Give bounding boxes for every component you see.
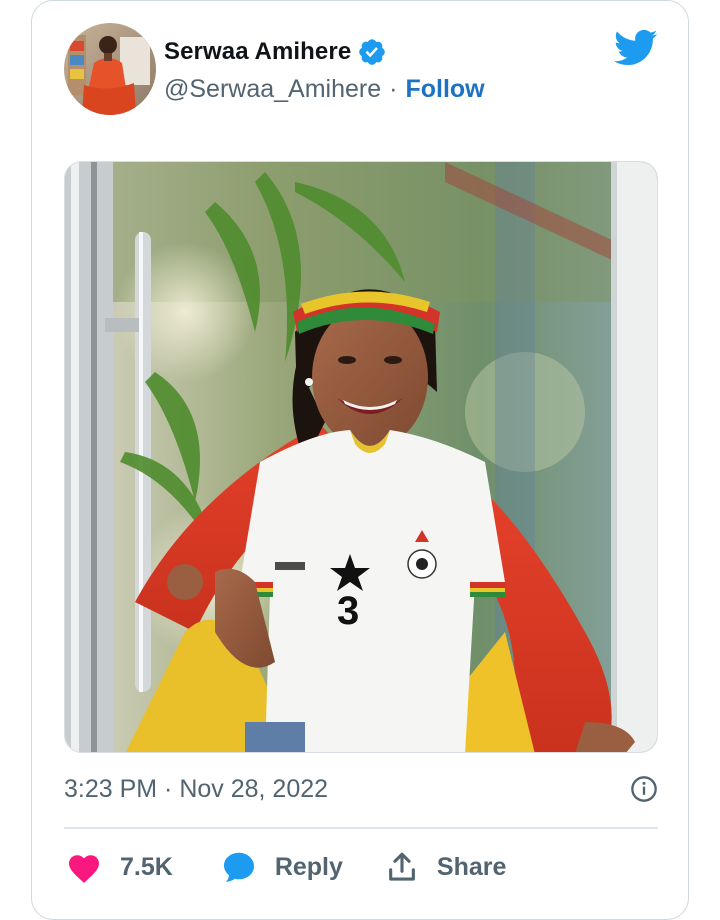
verified-badge-icon xyxy=(359,39,386,65)
share-button[interactable]: Share xyxy=(385,850,506,884)
follow-button[interactable]: Follow xyxy=(405,75,484,104)
twitter-bird-icon[interactable] xyxy=(614,29,658,67)
tweet-timestamp[interactable]: 3:23 PM · Nov 28, 2022 xyxy=(64,775,328,804)
action-divider xyxy=(64,827,658,829)
tweet-actions: 7.5K Reply Share xyxy=(64,847,506,887)
author-avatar[interactable] xyxy=(64,23,156,115)
like-count: 7.5K xyxy=(120,852,173,881)
author-display-name[interactable]: Serwaa Amihere xyxy=(164,38,351,66)
handle-separator: · xyxy=(389,74,398,103)
tweet-card: Serwaa Amihere @Serwaa_Amihere · Follow xyxy=(31,0,689,920)
info-icon[interactable] xyxy=(630,775,658,803)
svg-text:3: 3 xyxy=(337,589,359,633)
share-label: Share xyxy=(436,852,507,881)
reply-button[interactable]: Reply xyxy=(221,849,343,885)
author-name-row: Serwaa Amihere xyxy=(164,35,387,69)
heart-icon xyxy=(69,855,99,883)
tweet-timestamp-row: 3:23 PM · Nov 28, 2022 xyxy=(64,771,658,807)
author-handle-row: @Serwaa_Amihere · Follow xyxy=(164,73,485,105)
author-handle[interactable]: @Serwaa_Amihere xyxy=(164,75,381,104)
speech-bubble-icon xyxy=(223,852,254,882)
tweet-photo[interactable]: 3 xyxy=(64,161,658,753)
reply-label: Reply xyxy=(274,852,343,881)
share-upload-icon xyxy=(389,852,415,881)
like-button[interactable]: 7.5K xyxy=(66,850,173,884)
